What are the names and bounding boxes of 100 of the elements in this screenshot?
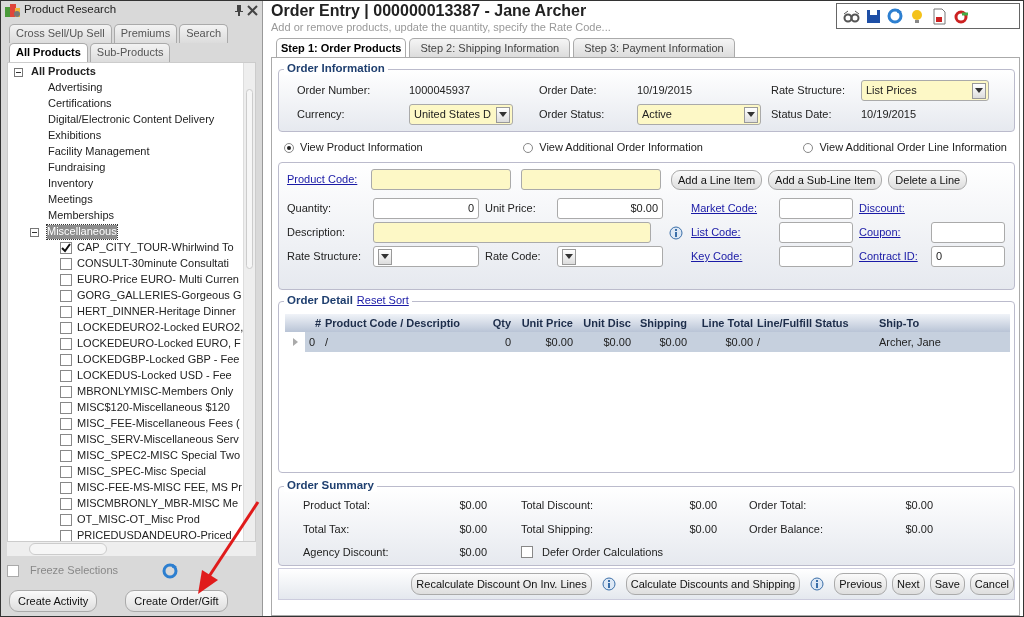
input-field[interactable] [371,169,511,191]
product-code-link[interactable]: Product Code: [287,173,361,187]
collapse-toggle[interactable] [30,227,39,237]
document-icon[interactable] [931,7,948,25]
tree-item[interactable]: LOCKEDEURO-Locked EURO, F [77,337,241,351]
tree-item[interactable]: Memberships [48,209,115,223]
tree-item[interactable]: MISC_SERV-Miscellaneous Serv [77,433,239,447]
checkbox[interactable] [60,434,72,446]
info-icon[interactable] [669,225,683,240]
checkbox[interactable] [521,546,533,559]
column-header[interactable]: Unit Disc [575,316,633,330]
checkbox[interactable] [60,322,72,334]
tree-item[interactable]: CAP_CITY_TOUR-Whirlwind To [77,241,234,255]
column-header[interactable]: Unit Price [513,316,575,330]
tree-item[interactable]: MISC$120-Miscellaneous $120 [77,401,230,415]
info-icon[interactable] [810,576,825,591]
radio-button[interactable] [284,142,294,153]
refresh-icon[interactable] [887,7,904,25]
tree-item[interactable]: MISC_FEE-Miscellaneous Fees ( [77,417,240,431]
checkbox[interactable] [60,514,72,526]
action-button[interactable]: Cancel [969,572,1014,595]
input-field[interactable] [779,222,853,244]
checkbox[interactable] [60,386,72,398]
tree-item[interactable]: Fundraising [48,161,106,175]
horizontal-scrollbar[interactable] [7,542,256,556]
refresh-icon[interactable] [162,563,179,579]
field-link[interactable]: Contract ID: [859,250,925,264]
column-header[interactable]: Shipping [633,316,689,330]
panel-tab[interactable]: Cross Sell/Up Sell [9,24,112,43]
checkbox[interactable] [60,370,72,382]
checkbox[interactable] [60,530,72,541]
panel-tab[interactable]: Search [179,24,228,43]
input-field[interactable]: 0 [931,246,1005,268]
info-icon[interactable] [601,576,616,591]
tree-item[interactable]: Digital/Electronic Content Delivery [48,113,215,127]
input-field[interactable] [779,246,853,268]
panel-tab[interactable]: All Products [9,43,88,62]
checkbox[interactable] [60,450,72,462]
action-button[interactable]: Previous [834,572,888,595]
checkbox[interactable] [60,242,72,254]
dropdown-field[interactable] [373,246,479,268]
action-button[interactable]: Recalculate Discount On Inv. Lines [411,572,592,595]
reset-sort-link[interactable]: Reset Sort [356,294,409,308]
field-link[interactable]: Coupon: [859,226,925,240]
tree-item[interactable]: Certifications [48,97,112,111]
column-header[interactable]: Line Total [689,316,755,330]
tree-item[interactable]: Exhibitions [48,129,102,143]
close-icon[interactable] [247,4,258,16]
field-link[interactable]: Discount: [859,202,925,216]
collapse-toggle[interactable] [14,67,23,77]
checkbox[interactable] [60,466,72,478]
action-button[interactable]: Save [929,572,965,595]
tree-item[interactable]: MISC-FEE-MS-MISC FEE, MS Pr [77,481,242,495]
line-button[interactable]: Add a Line Item [671,169,763,190]
field-link[interactable]: Key Code: [691,250,773,264]
dropdown-field[interactable]: Active [637,104,761,126]
tree-item[interactable]: Facility Management [48,145,150,159]
save-icon[interactable] [865,7,882,25]
input-field[interactable] [931,222,1005,244]
checkbox[interactable] [60,290,72,302]
action-button[interactable]: Create Order/Gift [125,590,228,612]
panel-tab[interactable]: Premiums [113,24,178,43]
table-row[interactable]: 0 / 0 $0.00 $0.00 $0.00 $0.00 / Archer, Jane [285,332,1010,353]
tree-item[interactable]: LOCKEDGBP-Locked GBP - Fee [77,353,240,367]
tree-item[interactable]: MISC_SPEC2-MISC Special Two [77,449,241,463]
checkbox[interactable] [60,498,72,510]
tree-item[interactable]: Advertising [48,81,103,95]
checkbox[interactable] [60,306,72,318]
tree-item[interactable]: MBRONLYMISC-Members Only [77,385,234,399]
tree-item[interactable]: Meetings [48,193,93,207]
checkbox[interactable] [60,418,72,430]
dropdown-field[interactable]: List Prices [861,80,989,102]
step-tab[interactable]: Step 2: Shipping Information [409,38,571,58]
tree-item[interactable]: CONSULT-30minute Consultati [77,257,230,271]
column-header[interactable]: Qty [473,316,513,330]
checkbox[interactable] [60,258,72,270]
column-header[interactable]: Line/Fulfill Status [755,316,877,330]
step-tab[interactable]: Step 1: Order Products [276,38,407,58]
line-button[interactable]: Delete a Line [888,169,968,190]
tree-item[interactable]: MISC_SPEC-Misc Special [77,465,206,479]
input-field[interactable] [779,198,853,220]
checkbox[interactable] [60,354,72,366]
checkbox[interactable] [60,274,72,286]
tree-item[interactable]: OT_MISC-OT_Misc Prod [77,513,200,527]
step-tab[interactable]: Step 3: Payment Information [573,38,735,58]
column-header[interactable]: # [305,316,323,330]
vertical-scrollbar[interactable] [243,63,255,541]
field-link[interactable]: List Code: [691,226,773,240]
checkbox[interactable] [60,482,72,494]
tree-item[interactable]: HERT_DINNER-Heritage Dinner [77,305,236,319]
tree-item[interactable]: LOCKEDEURO2-Locked EURO2, [77,321,243,335]
input-field[interactable]: $0.00 [557,198,663,220]
column-header[interactable]: Product Code / Descriptio [323,316,473,330]
radio-button[interactable] [803,142,814,153]
panel-tab[interactable]: Sub-Products [89,43,171,62]
input-field[interactable] [521,169,661,191]
tree-item[interactable]: MISCMBRONLY_MBR-MISC Me [77,497,239,511]
action-button[interactable]: Create Activity [9,590,98,612]
tree-item[interactable]: EURO-Price EURO- Multi Curren [77,273,239,287]
tree-item[interactable]: GORG_GALLERIES-Gorgeous G [77,289,242,303]
